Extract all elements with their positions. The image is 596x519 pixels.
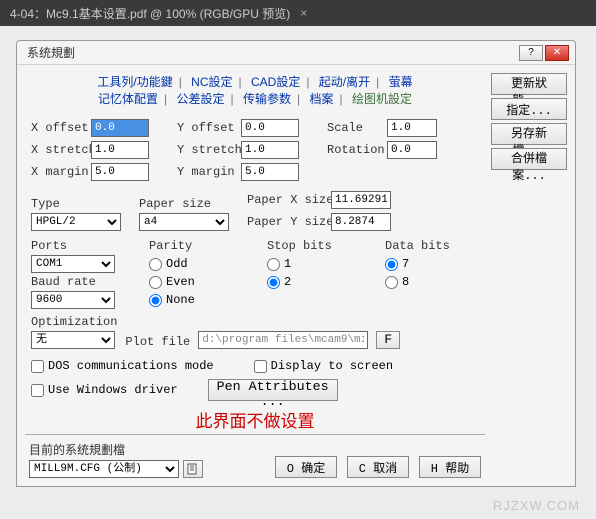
tab-file[interactable]: 档案 xyxy=(303,92,339,106)
optimization-label: Optimization xyxy=(31,315,117,329)
display-screen-checkbox[interactable]: Display to screen xyxy=(254,359,393,373)
offset-grid: X offset Y offset Scale X stretch Y stre… xyxy=(31,119,485,181)
paper-x-input[interactable] xyxy=(331,191,391,209)
plot-file-input[interactable] xyxy=(198,331,368,349)
help-button[interactable]: H 帮助 xyxy=(419,456,481,478)
x-stretch-label: X stretch xyxy=(31,143,87,157)
ok-button[interactable]: O 确定 xyxy=(275,456,337,478)
watermark: RJZXW.COM xyxy=(493,498,580,513)
tab-cad[interactable]: CAD設定 xyxy=(245,75,306,89)
x-stretch-input[interactable] xyxy=(91,141,149,159)
tab-screen[interactable]: 萤幕 xyxy=(383,75,419,89)
tabs-row-1: 工具列/功能鍵| NC設定| CAD設定| 起动/离开| 萤幕 xyxy=(25,73,485,90)
data-7[interactable]: 7 xyxy=(385,255,485,273)
stop-1[interactable]: 1 xyxy=(267,255,367,273)
type-select[interactable]: HPGL/2 xyxy=(31,213,121,231)
close-icon[interactable]: ✕ xyxy=(545,45,569,61)
app-tab-bar: 4-04：Mc9.1基本设置.pdf @ 100% (RGB/GPU 预览) × xyxy=(0,0,596,26)
y-offset-input[interactable] xyxy=(241,119,299,137)
parity-odd[interactable]: Odd xyxy=(149,255,249,273)
y-margin-input[interactable] xyxy=(241,163,299,181)
tab-memory[interactable]: 记忆体配置 xyxy=(92,92,164,106)
parity-label: Parity xyxy=(149,239,249,253)
browse-button[interactable]: F xyxy=(376,331,400,349)
x-margin-label: X margin xyxy=(31,165,87,179)
tab-nc[interactable]: NC設定 xyxy=(185,75,238,89)
rotation-label: Rotation xyxy=(327,143,383,157)
optimization-select[interactable]: 无 xyxy=(31,331,115,349)
close-tab-icon[interactable]: × xyxy=(300,6,307,20)
ports-select[interactable]: COM1 xyxy=(31,255,115,273)
paper-size-select[interactable]: a4 xyxy=(139,213,229,231)
stop-2[interactable]: 2 xyxy=(267,275,367,289)
scale-label: Scale xyxy=(327,121,383,135)
config-label: 目前的系统規劃檔 xyxy=(29,441,203,458)
baud-select[interactable]: 9600 xyxy=(31,291,115,309)
tabs-row-2: 记忆体配置| 公差設定| 传输参数| 档案| 绘图机設定 xyxy=(25,90,485,107)
save-as-button[interactable]: 另存新檔... xyxy=(491,123,567,145)
merge-file-button[interactable]: 合併檔案... xyxy=(491,148,567,170)
x-offset-label: X offset xyxy=(31,121,87,135)
ports-label: Ports xyxy=(31,239,131,253)
tab-transfer[interactable]: 传输参数 xyxy=(237,92,297,106)
paper-x-label: Paper X size xyxy=(247,193,327,207)
rotation-input[interactable] xyxy=(387,141,437,159)
dos-mode-checkbox[interactable]: DOS communications mode xyxy=(31,359,214,373)
tab-toolbar[interactable]: 工具列/功能鍵 xyxy=(91,75,178,89)
type-label: Type xyxy=(31,197,121,211)
data-8[interactable]: 8 xyxy=(385,275,485,289)
parity-none[interactable]: None xyxy=(149,291,249,309)
stop-bits-label: Stop bits xyxy=(267,239,367,253)
parity-even[interactable]: Even xyxy=(149,275,249,289)
data-bits-label: Data bits xyxy=(385,239,485,253)
dialog-titlebar: 系统規劃 ? ✕ xyxy=(17,41,575,65)
plot-file-label: Plot file xyxy=(125,335,190,349)
file-icon[interactable] xyxy=(183,460,203,478)
y-stretch-input[interactable] xyxy=(241,141,299,159)
x-offset-input[interactable] xyxy=(91,119,149,137)
baud-label: Baud rate xyxy=(31,275,131,289)
windows-driver-checkbox[interactable]: Use Windows driver xyxy=(31,383,178,397)
y-stretch-label: Y stretch xyxy=(177,143,237,157)
tab-plotter[interactable]: 绘图机設定 xyxy=(346,92,418,106)
help-icon[interactable]: ? xyxy=(519,45,543,61)
app-tab-title: 4-04：Mc9.1基本设置.pdf @ 100% (RGB/GPU 预览) xyxy=(10,5,290,22)
y-margin-label: Y margin xyxy=(177,165,237,179)
y-offset-label: Y offset xyxy=(177,121,237,135)
update-state-button[interactable]: 更新狀態... xyxy=(491,73,567,95)
x-margin-input[interactable] xyxy=(91,163,149,181)
red-note: 此界面不做设置 xyxy=(25,407,485,432)
dialog-title: 系统規劃 xyxy=(27,44,75,61)
scale-input[interactable] xyxy=(387,119,437,137)
settings-dialog: 系统規劃 ? ✕ 工具列/功能鍵| NC設定| CAD設定| 起动/离开| 萤幕… xyxy=(16,40,576,487)
paper-size-label: Paper size xyxy=(139,197,229,211)
paper-y-label: Paper Y size xyxy=(247,215,327,229)
tab-startup[interactable]: 起动/离开 xyxy=(313,75,376,89)
pen-attributes-button[interactable]: Pen Attributes ... xyxy=(208,379,338,401)
paper-y-input[interactable] xyxy=(331,213,391,231)
config-select[interactable]: MILL9M.CFG (公制) xyxy=(29,460,179,478)
assign-button[interactable]: 指定... xyxy=(491,98,567,120)
tab-tolerance[interactable]: 公差設定 xyxy=(171,92,231,106)
cancel-button[interactable]: C 取消 xyxy=(347,456,409,478)
